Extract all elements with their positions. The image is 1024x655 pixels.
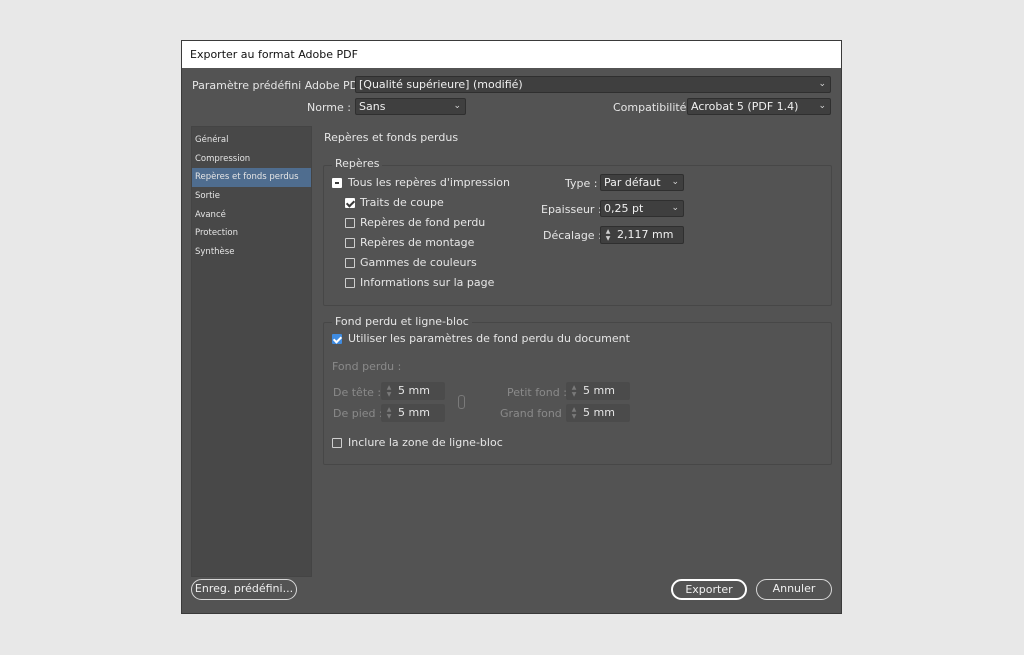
outside-bleed-value: 5 mm [583, 406, 615, 419]
crop-marks-checkbox[interactable] [345, 198, 355, 208]
section-title: Repères et fonds perdus [324, 131, 459, 144]
sidebar-item-compression[interactable]: Compression [192, 150, 311, 169]
dialog-title: Exporter au format Adobe PDF [182, 41, 841, 68]
chevron-down-icon: ⌄ [818, 79, 826, 89]
compat-label: Compatibilité : [613, 101, 694, 114]
all-marks-label: Tous les repères d'impression [348, 176, 510, 189]
sidebar-item-security[interactable]: Protection [192, 224, 311, 243]
registration-marks-label: Repères de montage [360, 236, 475, 249]
bleed-marks-checkbox[interactable] [345, 218, 355, 228]
offset-label: Décalage : [543, 229, 602, 242]
offset-stepper[interactable]: ▲ ▼ 2,117 mm [600, 226, 684, 244]
bleed-marks-label: Repères de fond perdu [360, 216, 486, 229]
stepper-arrows-icon[interactable]: ▲ ▼ [385, 384, 393, 398]
include-slug-checkbox[interactable] [332, 438, 342, 448]
preset-select[interactable]: [Qualité supérieure] (modifié) ⌄ [355, 76, 831, 93]
stepper-arrows-icon[interactable]: ▲ ▼ [570, 384, 578, 398]
sidebar: Général Compression Repères et fonds per… [191, 126, 312, 577]
page-info-checkbox[interactable] [345, 278, 355, 288]
bottom-bleed-stepper[interactable]: ▲ ▼ 5 mm [381, 404, 445, 422]
outside-bleed-label: Grand fond : [500, 407, 569, 420]
save-preset-button[interactable]: Enreg. prédéfini... [191, 579, 297, 600]
outside-bleed-stepper[interactable]: ▲ ▼ 5 mm [566, 404, 630, 422]
bottom-bleed-label: De pied : [333, 407, 383, 420]
chain-link-icon[interactable] [458, 395, 465, 409]
bottom-bleed-value: 5 mm [398, 406, 430, 419]
bleed-slug-legend: Fond perdu et ligne-bloc [332, 315, 472, 328]
stepper-arrows-icon[interactable]: ▲ ▼ [385, 406, 393, 420]
bleed-label: Fond perdu : [332, 360, 402, 373]
inside-bleed-label: Petit fond : [507, 386, 567, 399]
inside-bleed-value: 5 mm [583, 384, 615, 397]
stepper-arrows-icon[interactable]: ▲ ▼ [570, 406, 578, 420]
marks-legend: Repères [332, 157, 383, 170]
chevron-down-icon: ⌄ [453, 101, 461, 111]
inside-bleed-stepper[interactable]: ▲ ▼ 5 mm [566, 382, 630, 400]
preset-label: Paramètre prédéfini Adobe PDF : [192, 79, 372, 92]
offset-value: 2,117 mm [617, 228, 674, 241]
include-slug-label: Inclure la zone de ligne-bloc [348, 436, 503, 449]
top-bleed-label: De tête : [333, 386, 382, 399]
chevron-down-icon: ⌄ [671, 203, 679, 213]
use-doc-bleed-label: Utiliser les paramètres de fond perdu du… [348, 332, 630, 345]
export-pdf-dialog: Exporter au format Adobe PDF Paramètre p… [181, 40, 842, 614]
export-button[interactable]: Exporter [671, 579, 747, 600]
weight-value: 0,25 pt [604, 202, 644, 215]
weight-label: Epaisseur : [541, 203, 602, 216]
standard-value: Sans [359, 100, 386, 113]
standard-select[interactable]: Sans ⌄ [355, 98, 466, 115]
type-select[interactable]: Par défaut ⌄ [600, 174, 684, 191]
top-bleed-value: 5 mm [398, 384, 430, 397]
crop-marks-label: Traits de coupe [360, 196, 444, 209]
use-doc-bleed-checkbox[interactable] [332, 334, 342, 344]
type-label: Type : [565, 177, 598, 190]
sidebar-item-output[interactable]: Sortie [192, 187, 311, 206]
compat-value: Acrobat 5 (PDF 1.4) [691, 100, 799, 113]
sidebar-item-marks-bleeds[interactable]: Repères et fonds perdus [192, 168, 311, 188]
compat-select[interactable]: Acrobat 5 (PDF 1.4) ⌄ [687, 98, 831, 115]
sidebar-item-summary[interactable]: Synthèse [192, 243, 311, 262]
top-bleed-stepper[interactable]: ▲ ▼ 5 mm [381, 382, 445, 400]
weight-select[interactable]: 0,25 pt ⌄ [600, 200, 684, 217]
sidebar-item-general[interactable]: Général [192, 131, 311, 150]
chevron-down-icon: ⌄ [818, 101, 826, 111]
standard-label: Norme : [307, 101, 351, 114]
chevron-down-icon: ⌄ [671, 177, 679, 187]
all-marks-checkbox[interactable] [332, 178, 342, 188]
sidebar-item-advanced[interactable]: Avancé [192, 206, 311, 225]
page-info-label: Informations sur la page [360, 276, 495, 289]
preset-value: [Qualité supérieure] (modifié) [359, 78, 523, 91]
color-bars-label: Gammes de couleurs [360, 256, 477, 269]
stepper-arrows-icon[interactable]: ▲ ▼ [604, 228, 612, 242]
cancel-button[interactable]: Annuler [756, 579, 832, 600]
color-bars-checkbox[interactable] [345, 258, 355, 268]
registration-marks-checkbox[interactable] [345, 238, 355, 248]
type-value: Par défaut [604, 176, 661, 189]
